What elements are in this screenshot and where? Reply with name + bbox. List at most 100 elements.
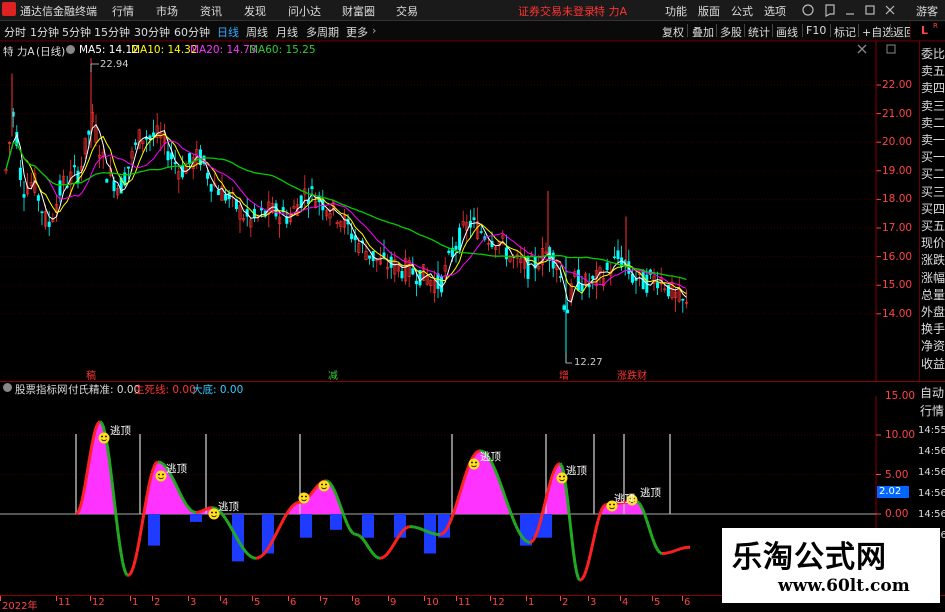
period-5min[interactable]: 5分钟 <box>62 24 91 40</box>
tool-draw[interactable]: 画线 <box>776 24 798 40</box>
quote-field-label[interactable]: 买五 <box>920 217 945 235</box>
period-60min[interactable]: 60分钟 <box>174 24 210 40</box>
indicator-line-segment <box>535 535 537 538</box>
quote-field-label[interactable]: 涨幅 <box>920 269 945 287</box>
indicator-line-segment <box>340 503 342 507</box>
quote-field-label[interactable]: 买二 <box>920 165 945 183</box>
chart-window-controls[interactable] <box>883 42 903 56</box>
quote-field-label[interactable]: 卖三 <box>920 97 945 115</box>
kline-chart[interactable] <box>0 41 945 381</box>
indicator-line-segment <box>424 530 426 531</box>
candle-body <box>581 284 583 291</box>
period-monthly[interactable]: 月线 <box>276 24 298 40</box>
quote-field-label[interactable]: 现价 <box>920 234 945 252</box>
indicator-line-segment <box>541 515 543 521</box>
tool-overlay[interactable]: 叠加 <box>692 24 714 40</box>
menu-ask[interactable]: 问小达 <box>288 3 321 19</box>
menu-quotes[interactable]: 行情 <box>112 3 134 19</box>
menu-function[interactable]: 功能 <box>665 3 687 19</box>
indicator-fill-bar <box>167 469 169 514</box>
settings-icon[interactable] <box>66 45 75 54</box>
auto-quote-label[interactable]: 自动 <box>919 384 945 402</box>
menu-options[interactable]: 选项 <box>764 3 786 19</box>
chart-window-controls[interactable] <box>855 42 875 56</box>
event-mark[interactable]: 减 <box>328 367 338 382</box>
indicator-line-segment <box>641 505 643 508</box>
ma10-value: MA10: 14.32 <box>131 44 198 56</box>
indicator-line-segment <box>271 541 273 544</box>
indicator-fill-bar <box>551 480 553 514</box>
quote-field-label[interactable]: 卖五 <box>920 62 945 80</box>
period-multi[interactable]: 多周期 <box>306 24 339 40</box>
candle-body <box>224 194 226 200</box>
menu-wealth[interactable]: 财富圈 <box>342 3 375 19</box>
indicator-line-segment <box>134 559 136 565</box>
close-icon <box>858 45 866 53</box>
period-more[interactable]: 更多 <box>346 24 368 40</box>
quote-field-label[interactable]: 买四 <box>920 200 945 218</box>
guest-label[interactable]: 游客 <box>916 3 938 19</box>
quote-field-label[interactable]: 涨跌 <box>920 251 945 269</box>
smiley-icon <box>469 459 480 470</box>
price-axis-label: 21.00 <box>882 108 912 120</box>
period-1min[interactable]: 1分钟 <box>30 24 59 40</box>
menu-news[interactable]: 资讯 <box>200 3 222 19</box>
candle-body <box>37 196 39 201</box>
quote-field-label[interactable]: 委比 <box>920 45 945 63</box>
menu-formula[interactable]: 公式 <box>731 3 753 19</box>
event-mark[interactable]: 稿 <box>86 367 96 382</box>
indicator-line-segment <box>364 540 366 542</box>
quote-field-label[interactable]: 收益 <box>920 355 945 373</box>
event-mark[interactable]: 涨跌财 <box>617 367 647 382</box>
quote-field-label[interactable]: 买三 <box>920 183 945 201</box>
indicator-fill-bar <box>302 502 304 514</box>
indicator-line-segment <box>648 524 650 529</box>
period-15min[interactable]: 15分钟 <box>94 24 130 40</box>
quote-field-label[interactable]: 卖四 <box>920 79 945 97</box>
quote-field-label[interactable]: 买一 <box>920 148 945 166</box>
indicator-blue-bar <box>300 514 312 538</box>
tool-stats[interactable]: 统计 <box>748 24 770 40</box>
quote-field-label[interactable]: 净资 <box>920 337 945 355</box>
quote-field-label[interactable]: 卖二 <box>920 114 945 132</box>
indicator-line-segment <box>160 462 162 463</box>
menu-trade[interactable]: 交易 <box>396 3 418 19</box>
period-30min[interactable]: 30分钟 <box>134 24 170 40</box>
indicator-line-segment <box>245 551 247 553</box>
menu-layout[interactable]: 版面 <box>698 3 720 19</box>
indicator-line-segment <box>647 520 649 525</box>
candle-body <box>563 306 565 310</box>
date-axis-label: 11 <box>58 597 71 608</box>
indicator-line-segment <box>283 518 285 521</box>
menu-market[interactable]: 市场 <box>156 3 178 19</box>
period-daily[interactable]: 日线 <box>217 24 239 40</box>
tool-add-watchlist[interactable]: +自选 <box>862 24 893 40</box>
tool-mark[interactable]: 标记 <box>834 24 856 40</box>
indicator-line-segment <box>394 542 396 544</box>
indicator-line-segment <box>639 503 641 505</box>
tool-multistock[interactable]: 多股 <box>720 24 742 40</box>
indicator-line-segment <box>600 511 602 515</box>
indicator-name[interactable]: 股票指标网 <box>15 382 68 397</box>
indicator-line-segment <box>207 508 209 509</box>
tool-adjust[interactable]: 复权 <box>662 24 684 40</box>
indicator-line-segment <box>332 486 334 489</box>
chevron-right-icon[interactable]: › <box>372 24 376 37</box>
indicator-line-segment <box>331 484 333 486</box>
indicator-line-segment <box>516 526 518 529</box>
quote-header-label: L <box>921 24 928 37</box>
tool-f10[interactable]: F10 <box>806 24 826 37</box>
indicator-settings-icon[interactable] <box>3 383 12 392</box>
period-weekly[interactable]: 周线 <box>246 24 268 40</box>
indicator-line-segment <box>656 546 658 549</box>
period-tick[interactable]: 分时 <box>4 24 26 40</box>
indicator-line-segment <box>362 538 364 540</box>
quote-field-label[interactable]: 总量 <box>920 286 945 304</box>
auto-quote-label[interactable]: 行情 <box>919 402 945 420</box>
event-mark[interactable]: 增 <box>559 367 569 382</box>
quote-field-label[interactable]: 卖一 <box>920 131 945 149</box>
quote-field-label[interactable]: 外盘 <box>920 303 945 321</box>
login-warning[interactable]: 证券交易未登录 <box>518 3 595 19</box>
quote-field-label[interactable]: 换手 <box>920 320 945 338</box>
menu-discover[interactable]: 发现 <box>244 3 266 19</box>
